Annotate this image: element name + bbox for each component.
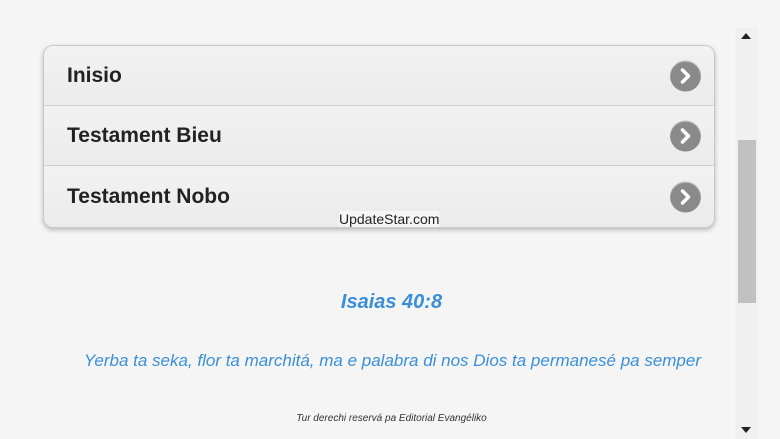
menu-item-testament-bieu[interactable]: Testament Bieu	[44, 106, 714, 166]
chevron-right-circle-icon	[670, 60, 701, 91]
scrollbar-thumb[interactable]	[738, 140, 756, 303]
main-content: Inisio Testament Bieu Testament Nobo Upd…	[0, 0, 735, 439]
chevron-right-circle-icon	[670, 120, 701, 151]
menu-item-label: Testament Nobo	[67, 184, 230, 208]
triangle-up-icon	[741, 33, 751, 39]
menu-item-label: Inisio	[67, 63, 122, 87]
verse-reference: Isaias 40:8	[340, 291, 443, 313]
app-page: Inisio Testament Bieu Testament Nobo Upd…	[0, 0, 780, 439]
scroll-down-button[interactable]	[735, 422, 758, 439]
scroll-up-button[interactable]	[735, 28, 758, 45]
chevron-right-circle-icon	[670, 181, 701, 212]
watermark: UpdateStar.com	[339, 211, 440, 227]
triangle-down-icon	[741, 427, 751, 433]
vertical-scrollbar[interactable]	[735, 28, 758, 439]
menu-item-inisio[interactable]: Inisio	[44, 46, 714, 106]
navigation-menu: Inisio Testament Bieu Testament Nobo	[43, 45, 715, 228]
verse-text: Yerba ta seka, flor ta marchitá, ma e pa…	[83, 351, 702, 370]
copyright-footer: Tur derechi reservá pa Editorial Evangél…	[296, 413, 487, 424]
menu-item-label: Testament Bieu	[67, 123, 222, 147]
